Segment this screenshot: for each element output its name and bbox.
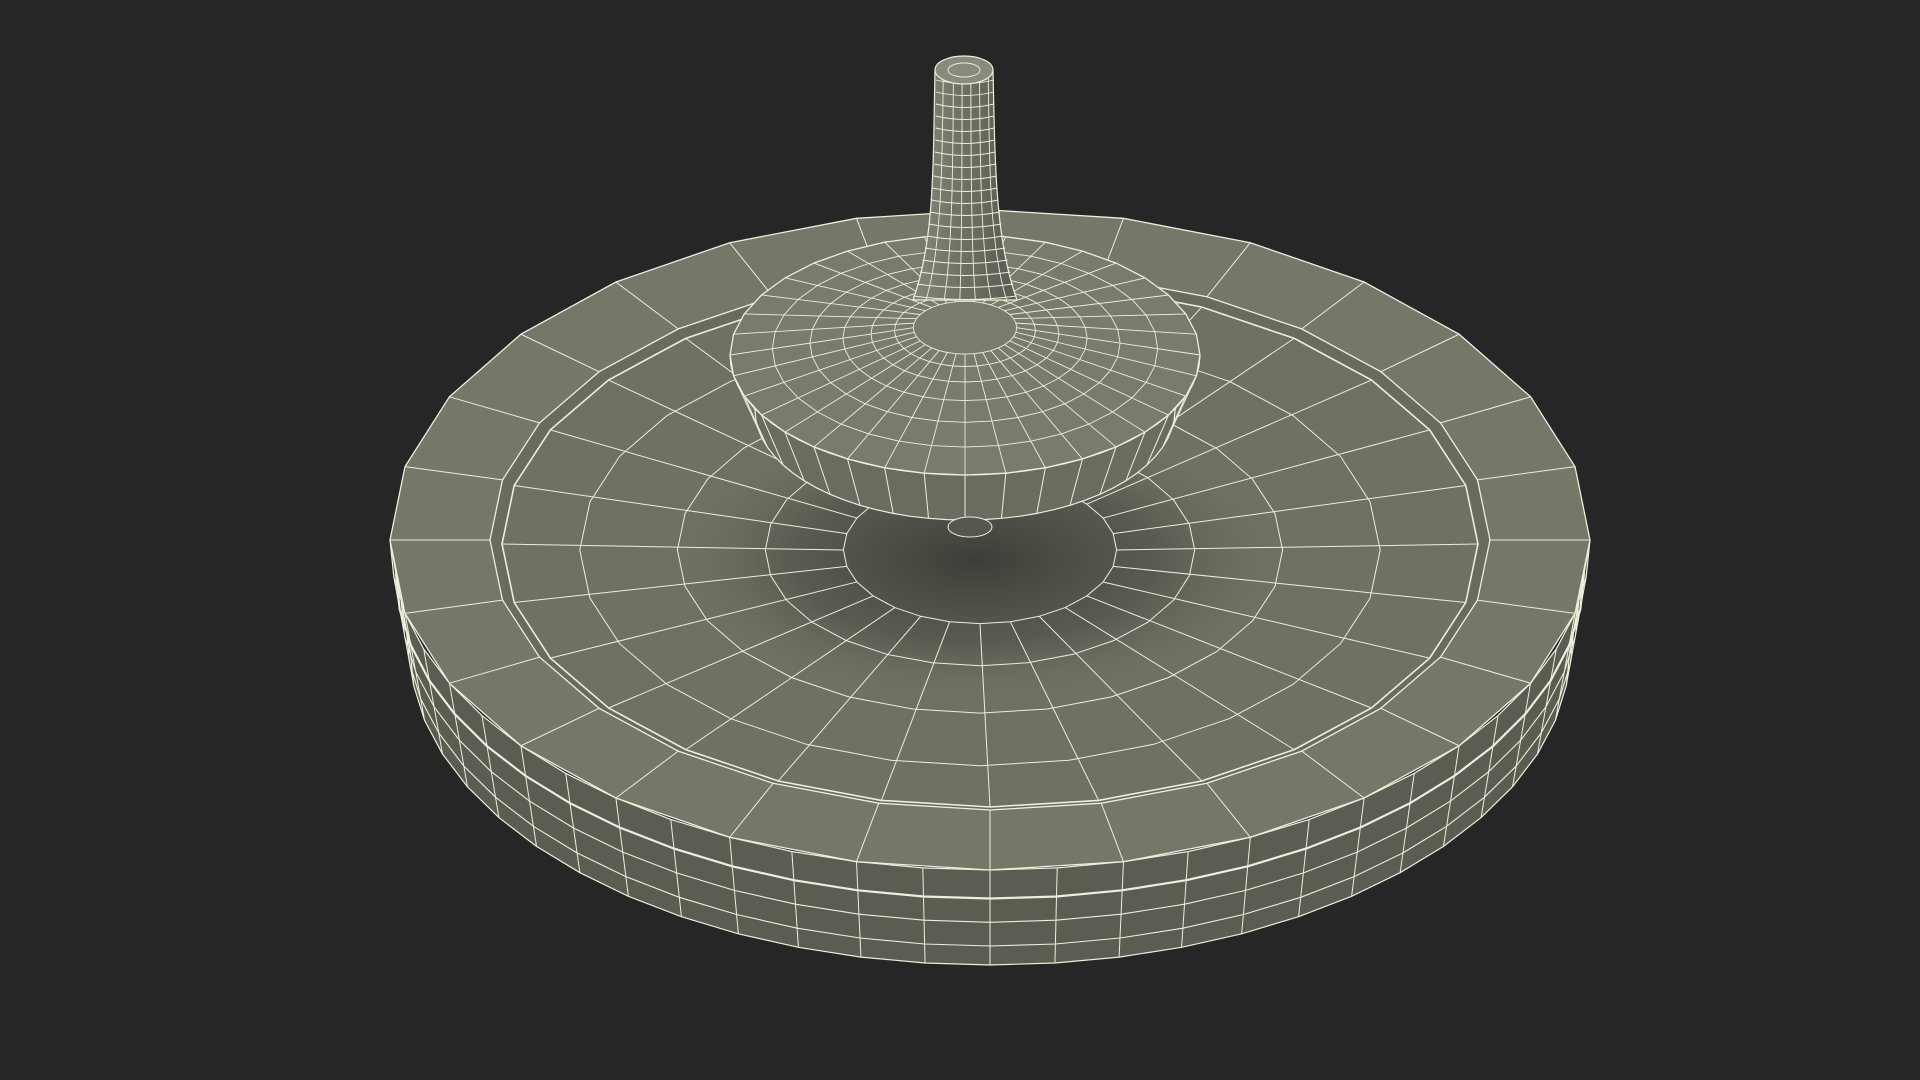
spinning-top [729, 55, 1201, 538]
wireframe-render [389, 55, 1591, 966]
viewport [0, 0, 1920, 1080]
